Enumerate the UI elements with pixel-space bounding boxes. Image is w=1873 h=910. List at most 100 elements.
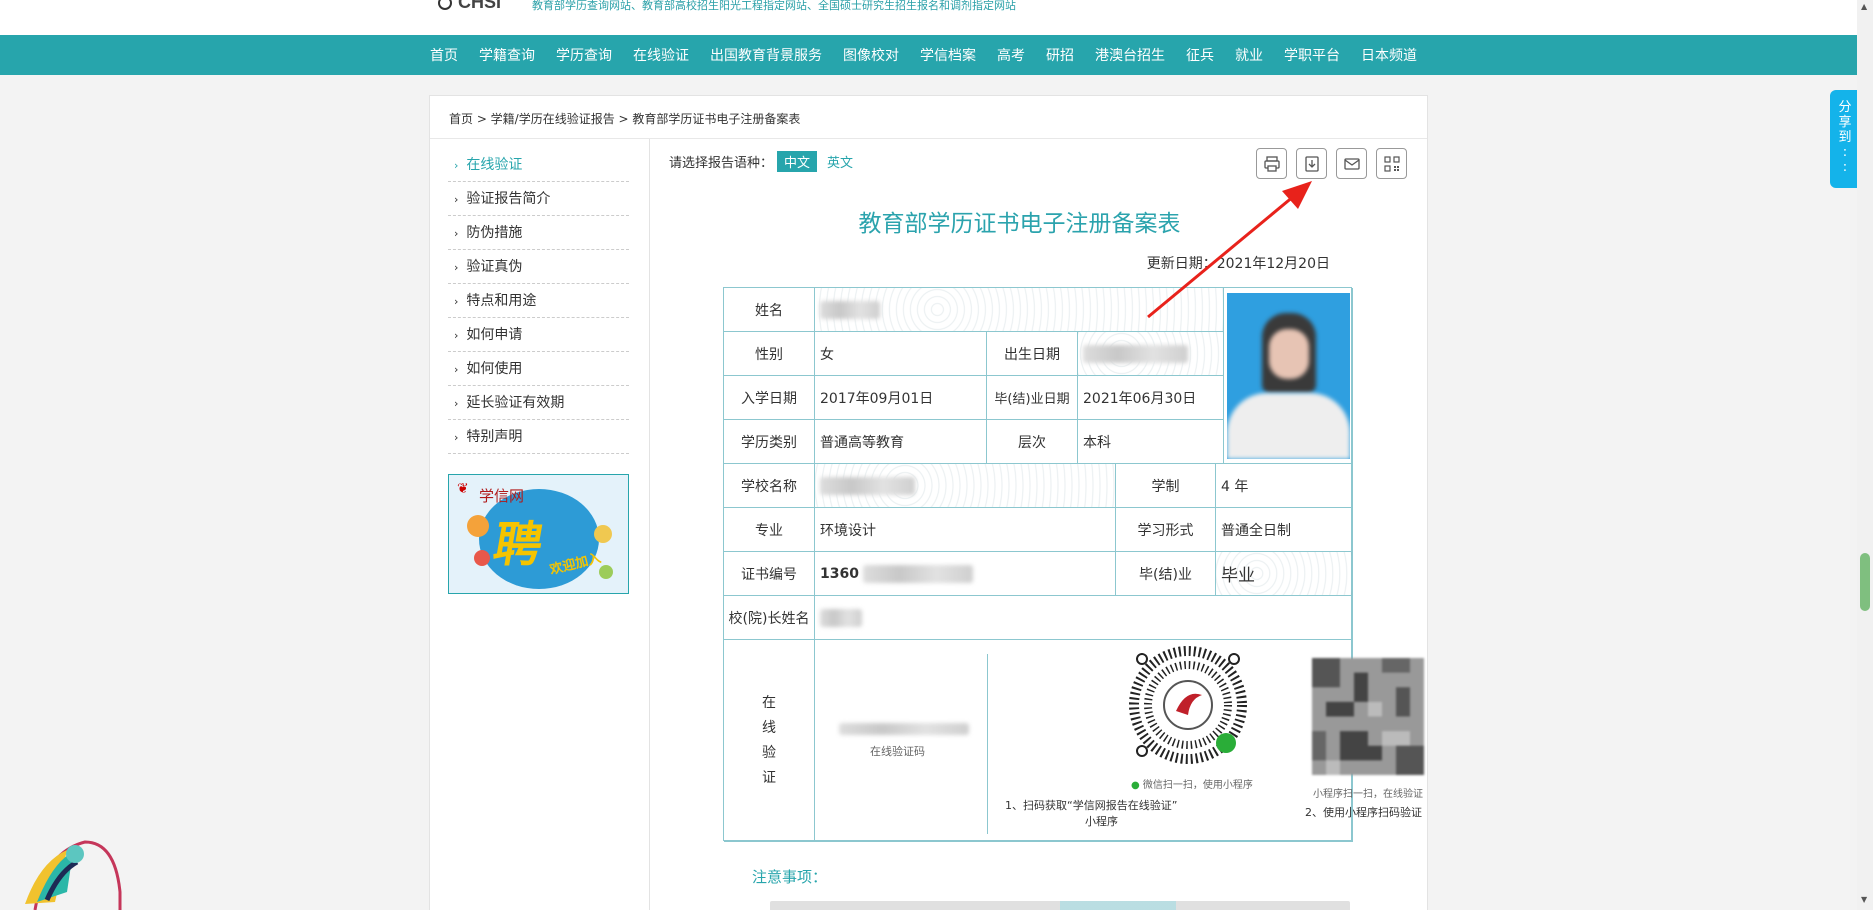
nav-item[interactable]: 高考 bbox=[997, 45, 1025, 65]
redacted-cert-no bbox=[862, 564, 973, 583]
notice-title: 注意事项： bbox=[752, 868, 828, 886]
label-president: 校(院)长姓名 bbox=[724, 596, 815, 640]
verify-code-caption: 在线验证码 bbox=[870, 745, 925, 758]
miniprogram-qr-code[interactable] bbox=[1312, 658, 1424, 775]
sidebar-item[interactable]: › 特别声明 bbox=[448, 420, 629, 454]
sidebar-item-label: 验证报告简介 bbox=[466, 191, 551, 207]
redacted-verify-code bbox=[839, 723, 969, 735]
breadcrumb-divider bbox=[430, 138, 1427, 139]
wechat-icon: ● bbox=[1131, 780, 1140, 791]
nav-item[interactable]: 研招 bbox=[1046, 45, 1074, 65]
label-graduate-date: 毕(结)业日期 bbox=[987, 376, 1078, 420]
sidebar-item[interactable]: › 验证报告简介 bbox=[448, 182, 629, 216]
wechat-miniprogram-qr[interactable] bbox=[1128, 645, 1248, 765]
sidebar-item-label: 特点和用途 bbox=[466, 293, 537, 309]
banner-dot bbox=[599, 565, 613, 579]
sidebar-item[interactable]: › 特点和用途 bbox=[448, 284, 629, 318]
sidebar-item-label: 如何使用 bbox=[466, 361, 523, 377]
banner-dot bbox=[467, 515, 489, 537]
label-gender: 性别 bbox=[724, 332, 815, 376]
scroll-down-icon[interactable]: ▼ bbox=[1861, 895, 1867, 904]
lang-english-link[interactable]: 英文 bbox=[827, 156, 853, 171]
chevron-right-icon: › bbox=[454, 397, 459, 410]
language-selector: 请选择报告语种： 中文 英文 bbox=[669, 151, 853, 172]
top-bar: CHSI 教育部学历查询网站、教育部高校招生阳光工程指定网站、全国硕士研究生招生… bbox=[0, 0, 1873, 35]
share-widget[interactable]: 分 享 到 : : bbox=[1830, 90, 1860, 188]
banner-logo-icon: ❦ bbox=[457, 481, 469, 497]
chevron-right-icon: › bbox=[454, 193, 459, 206]
nav-item[interactable]: 学历查询 bbox=[556, 45, 612, 65]
sidebar-item-label: 特别声明 bbox=[466, 429, 523, 445]
qrcode-icon bbox=[1383, 155, 1400, 172]
label-graduation: 毕(结)业 bbox=[1116, 552, 1216, 596]
label-major: 专业 bbox=[724, 508, 815, 552]
label-enroll: 入学日期 bbox=[724, 376, 815, 420]
redacted-name bbox=[820, 300, 880, 319]
banner-dot bbox=[474, 550, 490, 566]
chevron-right-icon: › bbox=[454, 431, 459, 444]
label-level: 层次 bbox=[987, 420, 1078, 464]
registration-table: 姓名 性别 女 出生日期 入学日期 2017年09月01日 毕(结)业日期 20… bbox=[723, 287, 1424, 842]
sidebar-item-label: 如何申请 bbox=[466, 327, 523, 343]
nav-item[interactable]: 学籍查询 bbox=[479, 45, 535, 65]
nav-item[interactable]: 日本频道 bbox=[1361, 45, 1417, 65]
chevron-right-icon: › bbox=[454, 295, 459, 308]
lang-chinese-button[interactable]: 中文 bbox=[777, 151, 818, 172]
recruit-banner[interactable]: ❦ 学信网 聘 欢迎加入 bbox=[448, 474, 629, 594]
label-birth: 出生日期 bbox=[987, 332, 1078, 376]
download-icon bbox=[1304, 155, 1319, 172]
label-cert-no: 证书编号 bbox=[724, 552, 815, 596]
page-scrollbar[interactable]: ▲ ▼ bbox=[1857, 0, 1873, 910]
qrcode-button[interactable] bbox=[1376, 148, 1407, 179]
sidebar-item-label: 验证真伪 bbox=[466, 259, 523, 275]
value-graduate-date: 2021年06月30日 bbox=[1078, 376, 1224, 420]
label-duration: 学制 bbox=[1116, 464, 1216, 508]
nav-item[interactable]: 出国教育背景服务 bbox=[710, 45, 822, 65]
main-nav: 首页 学籍查询 学历查询 在线验证 出国教育背景服务 图像校对 学信档案 高考 研招 港澳台招生 征… bbox=[0, 35, 1873, 75]
value-duration: 4 年 bbox=[1216, 464, 1353, 508]
value-major: 环境设计 bbox=[815, 508, 1116, 552]
qr1-caption-text: 微信扫一扫，使用小程序 bbox=[1142, 780, 1253, 791]
sidebar-item-label: 延长验证有效期 bbox=[466, 395, 565, 411]
banner-dot bbox=[594, 525, 612, 543]
chevron-right-icon: › bbox=[454, 261, 459, 274]
nav-item[interactable]: 在线验证 bbox=[633, 45, 689, 65]
sidebar-item[interactable]: › 延长验证有效期 bbox=[448, 386, 629, 420]
nav-item[interactable]: 图像校对 bbox=[843, 45, 899, 65]
qr2-caption: 小程序扫一扫，在线验证 bbox=[1313, 789, 1423, 800]
site-logo[interactable]: CHSI bbox=[438, 0, 501, 13]
sidebar-item[interactable]: › 防伪措施 bbox=[448, 216, 629, 250]
sidebar-item[interactable]: › 验证真伪 bbox=[448, 250, 629, 284]
nav-item[interactable]: 征兵 bbox=[1186, 45, 1214, 65]
value-category: 普通高等教育 bbox=[815, 420, 987, 464]
scrollbar-thumb[interactable] bbox=[1860, 553, 1870, 611]
value-birth bbox=[1078, 332, 1224, 376]
nav-item[interactable]: 首页 bbox=[430, 45, 458, 65]
sidebar-item[interactable]: › 在线验证 bbox=[448, 148, 629, 182]
sidebar-item[interactable]: › 如何申请 bbox=[448, 318, 629, 352]
verify-char: 在 bbox=[762, 694, 776, 711]
language-label: 请选择报告语种： bbox=[669, 156, 774, 171]
site-tagline: 教育部学历查询网站、教育部高校招生阳光工程指定网站、全国硕士研究生招生报名和调剂… bbox=[532, 0, 1016, 12]
label-online-verify: 在 线 验 证 bbox=[724, 640, 815, 842]
nav-item[interactable]: 就业 bbox=[1235, 45, 1263, 65]
floating-mascot-icon[interactable] bbox=[15, 832, 125, 910]
email-button[interactable] bbox=[1336, 148, 1367, 179]
share-char: : bbox=[1842, 160, 1848, 175]
share-char: 到 bbox=[1838, 130, 1852, 145]
sidebar: › 在线验证 › 验证报告简介 › 防伪措施 › 验证真伪 › 特点和用途 › 如何申请 › 如何使用 › 延… bbox=[448, 148, 629, 454]
nav-item[interactable]: 学职平台 bbox=[1284, 45, 1340, 65]
share-char: : bbox=[1842, 145, 1848, 160]
share-char: 享 bbox=[1838, 115, 1852, 130]
nav-item[interactable]: 港澳台招生 bbox=[1095, 45, 1165, 65]
label-school: 学校名称 bbox=[724, 464, 815, 508]
verify-char: 线 bbox=[762, 719, 776, 736]
nav-item[interactable]: 学信档案 bbox=[920, 45, 976, 65]
value-school bbox=[815, 464, 1116, 508]
mail-icon bbox=[1343, 157, 1360, 170]
sidebar-item[interactable]: › 如何使用 bbox=[448, 352, 629, 386]
annotation-arrow bbox=[1147, 181, 1312, 319]
label-category: 学历类别 bbox=[724, 420, 815, 464]
scroll-up-icon[interactable]: ▲ bbox=[1861, 2, 1867, 11]
cert-prefix: 1360 bbox=[820, 565, 859, 582]
